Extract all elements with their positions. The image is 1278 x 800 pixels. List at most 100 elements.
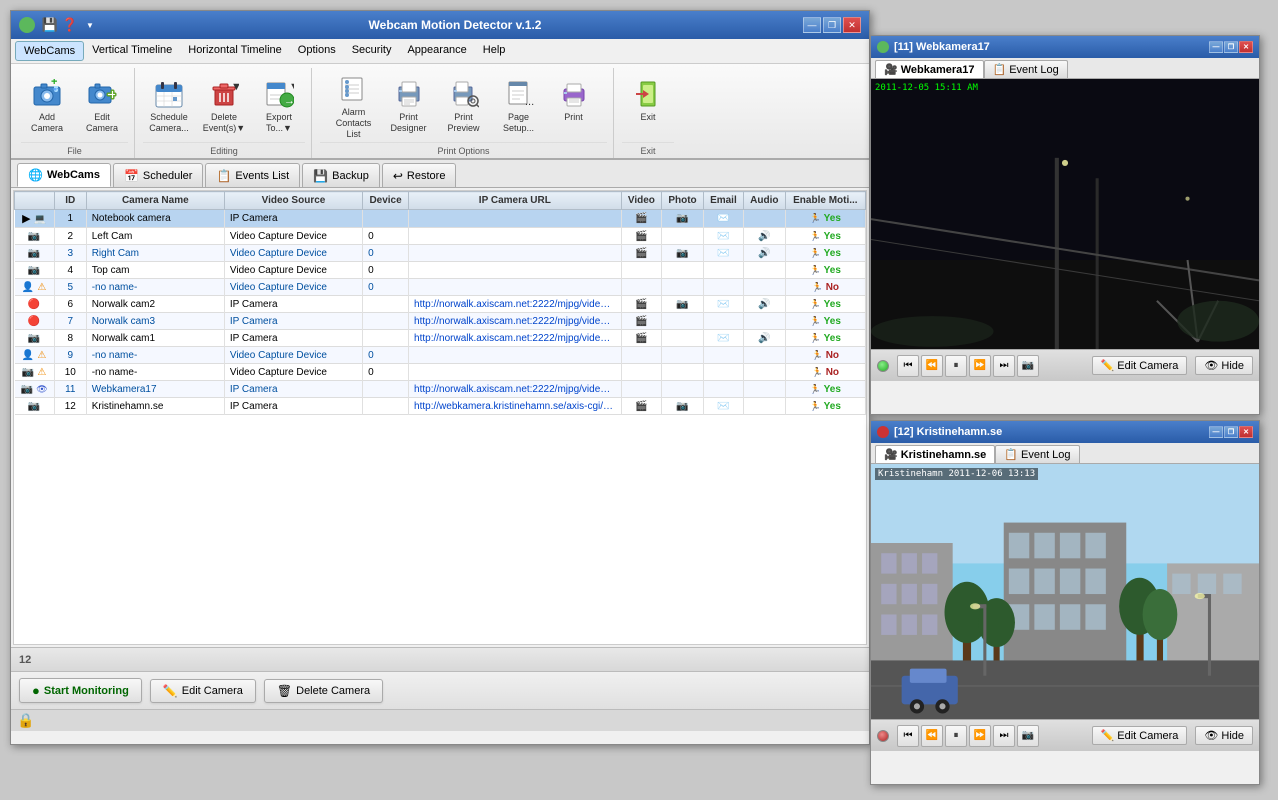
row-device bbox=[363, 398, 409, 415]
row-device bbox=[363, 330, 409, 347]
row-id: 5 bbox=[54, 279, 86, 296]
cam1-btn-pause[interactable]: ⏸ bbox=[945, 355, 967, 377]
tab-webcams[interactable]: 🌐 WebCams bbox=[17, 163, 111, 187]
table-row[interactable]: 📷 3 Right Cam Video Capture Device 0 🎬 📷… bbox=[15, 245, 866, 262]
cam1-btn-rew[interactable]: ⏪ bbox=[921, 355, 943, 377]
edit-camera-bottom-button[interactable]: ✏️ Edit Camera bbox=[150, 679, 256, 703]
cam2-btn-pause[interactable]: ⏸ bbox=[945, 725, 967, 747]
cam2-btn-next[interactable]: ⏭ bbox=[993, 725, 1015, 747]
cam2-btn-prev[interactable]: ⏮ bbox=[897, 725, 919, 747]
cam2-minimize-btn[interactable]: — bbox=[1209, 426, 1223, 438]
cam1-btn-next[interactable]: ⏭ bbox=[993, 355, 1015, 377]
table-row[interactable]: 📷 👁 11 Webkamera17 IP Camera http://norw… bbox=[15, 381, 866, 398]
row-id: 8 bbox=[54, 330, 86, 347]
cam1-btn-snap[interactable]: 📷 bbox=[1017, 355, 1039, 377]
camera-table[interactable]: ID Camera Name Video Source Device IP Ca… bbox=[13, 190, 867, 645]
maximize-button[interactable]: ❐ bbox=[823, 17, 841, 33]
row-video-source: Video Capture Device bbox=[224, 262, 362, 279]
cam1-events-icon: 📋 bbox=[993, 63, 1007, 76]
table-row[interactable]: 📷 4 Top cam Video Capture Device 0 🏃 Yes bbox=[15, 262, 866, 279]
page-setup-button[interactable]: ... PageSetup... bbox=[493, 73, 545, 137]
svg-text:...: ... bbox=[525, 96, 534, 108]
cam2-hide-button[interactable]: 👁 Hide bbox=[1195, 726, 1253, 745]
table-row[interactable]: 👤 ⚠ 5 -no name- Video Capture Device 0 🏃… bbox=[15, 279, 866, 296]
alarm-contacts-button[interactable]: AlarmContacts List bbox=[328, 68, 380, 142]
row-audio: 🔊 bbox=[743, 228, 785, 245]
exit-buttons: Exit bbox=[622, 68, 674, 142]
edit-camera-button[interactable]: EditCamera bbox=[76, 73, 128, 137]
table-row[interactable]: 📷 ⚠ 10 -no name- Video Capture Device 0 … bbox=[15, 364, 866, 381]
table-row[interactable]: 📷 2 Left Cam Video Capture Device 0 🎬 ✉️… bbox=[15, 228, 866, 245]
cam1-title-bar: [11] Webkamera17 — ❐ ✕ bbox=[871, 36, 1259, 58]
row-email: ✉️ bbox=[703, 330, 743, 347]
cam2-edit-button[interactable]: ✏️ Edit Camera bbox=[1092, 726, 1188, 745]
tab-backup[interactable]: 💾 Backup bbox=[302, 163, 380, 187]
cam2-tab-events[interactable]: 📋 Event Log bbox=[995, 445, 1079, 463]
table-row[interactable]: 📷 8 Norwalk cam1 IP Camera http://norwal… bbox=[15, 330, 866, 347]
delete-camera-bottom-button[interactable]: 🗑 Delete Camera bbox=[264, 679, 383, 703]
cam1-btn-fwd[interactable]: ⏩ bbox=[969, 355, 991, 377]
alarm-contacts-icon bbox=[338, 73, 370, 105]
cam2-close-btn[interactable]: ✕ bbox=[1239, 426, 1253, 438]
menu-help[interactable]: Help bbox=[475, 41, 514, 61]
schedule-camera-button[interactable]: ScheduleCamera... bbox=[143, 73, 195, 137]
row-photo bbox=[662, 330, 704, 347]
cam1-tab-events[interactable]: 📋 Event Log bbox=[984, 60, 1068, 78]
row-camera-name: -no name- bbox=[86, 279, 224, 296]
delete-events-label: DeleteEvent(s)▼ bbox=[203, 112, 245, 134]
cam2-btn-snap[interactable]: 📷 bbox=[1017, 725, 1039, 747]
tab-restore[interactable]: ↩ Restore bbox=[382, 163, 457, 187]
cam1-close-btn[interactable]: ✕ bbox=[1239, 41, 1253, 53]
cam1-tab-camera[interactable]: 🎥 Webkamera17 bbox=[875, 60, 984, 78]
cam1-maximize-btn[interactable]: ❐ bbox=[1224, 41, 1238, 53]
add-camera-button[interactable]: + AddCamera bbox=[21, 73, 73, 137]
cam1-hide-button[interactable]: 👁 Hide bbox=[1195, 356, 1253, 375]
table-row[interactable]: 👤 ⚠ 9 -no name- Video Capture Device 0 🏃… bbox=[15, 347, 866, 364]
tab-scheduler[interactable]: 📅 Scheduler bbox=[113, 163, 204, 187]
start-monitoring-button[interactable]: ● Start Monitoring bbox=[19, 678, 142, 703]
row-motion: 🏃 No bbox=[785, 364, 865, 381]
cam1-edit-button[interactable]: ✏️ Edit Camera bbox=[1092, 356, 1188, 375]
table-row[interactable]: 🔴 7 Norwalk cam3 IP Camera http://norwal… bbox=[15, 313, 866, 330]
cam2-tab-camera[interactable]: 🎥 Kristinehamn.se bbox=[875, 445, 995, 463]
print-button[interactable]: Print bbox=[548, 73, 600, 137]
quick-help-btn[interactable]: ❓ bbox=[61, 16, 79, 34]
close-button[interactable]: ✕ bbox=[843, 17, 861, 33]
quick-save-btn[interactable]: 💾 bbox=[41, 16, 59, 34]
table-row[interactable]: ▶ 💻 1 Notebook camera IP Camera 🎬 📷 ✉️ 🏃… bbox=[15, 210, 866, 228]
cam2-maximize-btn[interactable]: ❐ bbox=[1224, 426, 1238, 438]
delete-events-button[interactable]: ▼ DeleteEvent(s)▼ bbox=[198, 73, 250, 137]
menu-security[interactable]: Security bbox=[344, 41, 400, 61]
menu-horizontal-timeline[interactable]: Horizontal Timeline bbox=[180, 41, 290, 61]
start-icon: ● bbox=[32, 683, 40, 698]
menu-vertical-timeline[interactable]: Vertical Timeline bbox=[84, 41, 180, 61]
exit-icon bbox=[632, 78, 664, 110]
cam1-title: [11] Webkamera17 bbox=[894, 41, 990, 53]
minimize-button[interactable]: — bbox=[803, 17, 821, 33]
print-preview-button[interactable]: PrintPreview bbox=[438, 73, 490, 137]
print-designer-button[interactable]: PrintDesigner bbox=[383, 73, 435, 137]
table-row[interactable]: 📷 12 Kristinehamn.se IP Camera http://we… bbox=[15, 398, 866, 415]
col-audio: Audio bbox=[743, 192, 785, 210]
col-device: Device bbox=[363, 192, 409, 210]
app-title: Webcam Motion Detector v.1.2 bbox=[107, 18, 803, 32]
cam1-btn-prev[interactable]: ⏮ bbox=[897, 355, 919, 377]
row-audio bbox=[743, 364, 785, 381]
row-id: 1 bbox=[54, 210, 86, 228]
ribbon: + AddCamera bbox=[11, 64, 869, 160]
row-url bbox=[409, 245, 622, 262]
export-to-button[interactable]: → ▼ ExportTo...▼ bbox=[253, 73, 305, 137]
quick-dropdown-btn[interactable]: ▼ bbox=[81, 16, 99, 34]
cam2-btn-fwd[interactable]: ⏩ bbox=[969, 725, 991, 747]
menu-options[interactable]: Options bbox=[290, 41, 344, 61]
cam2-btn-rew[interactable]: ⏪ bbox=[921, 725, 943, 747]
edit-camera-label: EditCamera bbox=[86, 112, 118, 134]
exit-button[interactable]: Exit bbox=[622, 73, 674, 137]
menu-appearance[interactable]: Appearance bbox=[399, 41, 474, 61]
cam1-minimize-btn[interactable]: — bbox=[1209, 41, 1223, 53]
menu-webcams[interactable]: WebCams bbox=[15, 41, 84, 61]
row-audio: 🔊 bbox=[743, 296, 785, 313]
tab-events-list[interactable]: 📋 Events List bbox=[205, 163, 300, 187]
row-device bbox=[363, 313, 409, 330]
table-row[interactable]: 🔴 6 Norwalk cam2 IP Camera http://norwal… bbox=[15, 296, 866, 313]
